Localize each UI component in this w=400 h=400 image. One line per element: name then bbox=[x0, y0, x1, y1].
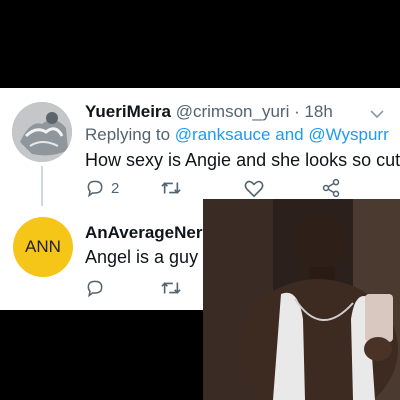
video-overlay bbox=[203, 199, 400, 400]
avatar-yuerimeira[interactable] bbox=[12, 102, 72, 162]
like-button[interactable] bbox=[243, 178, 265, 198]
tweet-header: YueriMeira @crimson_yuri · 18h bbox=[85, 102, 333, 122]
replying-to-label: Replying to bbox=[85, 125, 171, 144]
person-in-video-image bbox=[203, 199, 400, 400]
tweet-body: How sexy is Angie and she looks so cute bbox=[85, 150, 400, 170]
mention-joiner: and bbox=[275, 125, 304, 144]
retweet-button[interactable] bbox=[160, 178, 182, 198]
reply-button[interactable]: 2 bbox=[85, 178, 119, 198]
mention-wyspurr[interactable]: @Wyspurr bbox=[308, 125, 388, 144]
reply-icon bbox=[87, 280, 103, 298]
thread-connector-line bbox=[41, 166, 43, 206]
share-button[interactable] bbox=[321, 178, 341, 198]
mention-ranksauce[interactable]: @ranksauce bbox=[175, 125, 271, 144]
share-icon bbox=[322, 178, 340, 198]
tweet-header-2: AnAverageNerd bbox=[85, 223, 213, 243]
handle-and-time: @crimson_yuri · 18h bbox=[175, 102, 333, 121]
display-name[interactable]: YueriMeira bbox=[85, 102, 171, 121]
retweet-button-2[interactable] bbox=[160, 278, 182, 298]
retweet-icon bbox=[161, 282, 181, 294]
avatar-ann[interactable]: ANN bbox=[13, 217, 73, 277]
reply-count: 2 bbox=[111, 179, 120, 197]
tweet-body-2: Angel is a guy bbox=[85, 247, 199, 267]
replying-to-line: Replying to @ranksauce and @Wyspurr bbox=[85, 125, 389, 145]
tweet-actions: 2 bbox=[85, 178, 345, 200]
retweet-icon bbox=[161, 182, 181, 194]
display-name-2[interactable]: AnAverageNerd bbox=[85, 223, 213, 242]
reply-button-2[interactable] bbox=[85, 278, 105, 298]
like-icon bbox=[244, 180, 264, 198]
reply-icon bbox=[87, 180, 103, 198]
chevron-down-icon[interactable] bbox=[370, 106, 384, 124]
